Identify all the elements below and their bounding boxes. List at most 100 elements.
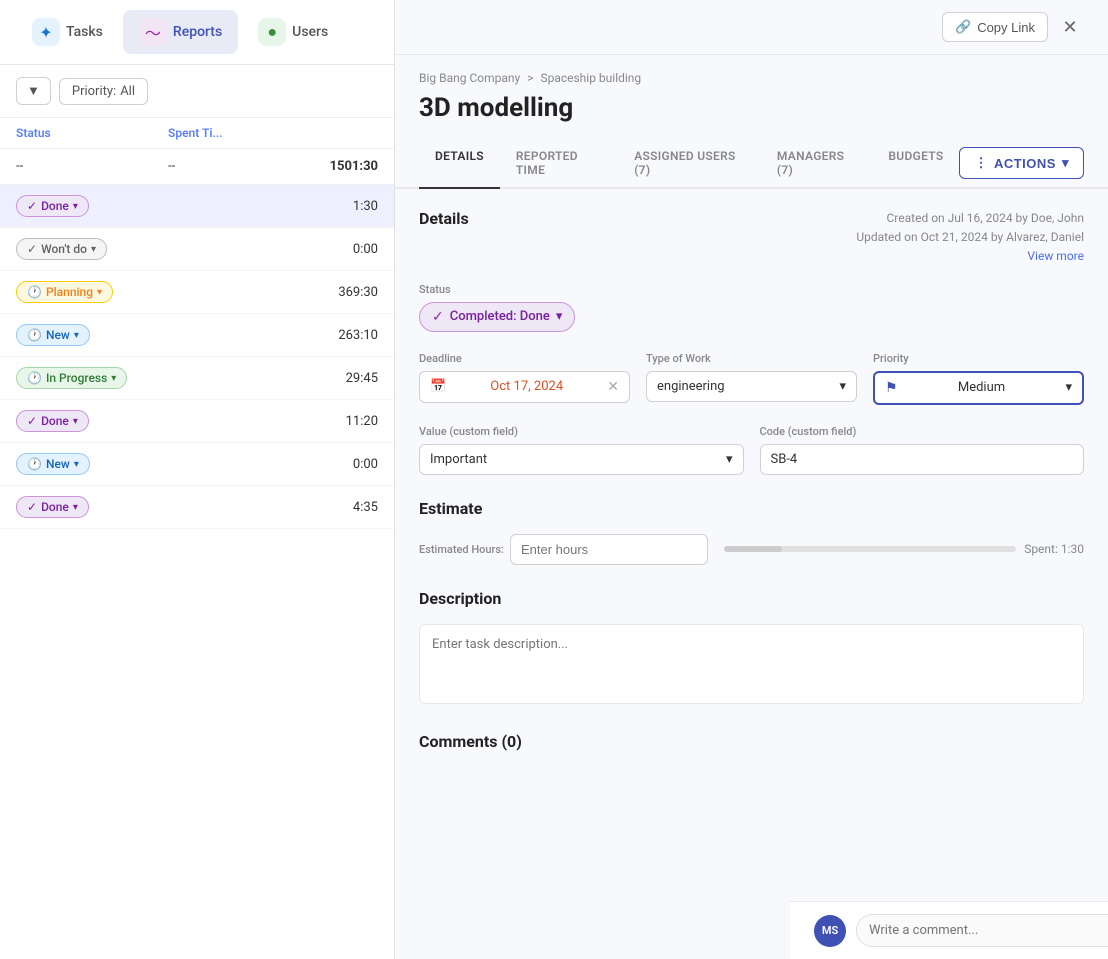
done-check-icon: ✓ [27,199,37,213]
task-status-cell: 🕐 Planning ▾ [16,281,168,303]
status-badge-new2[interactable]: 🕐 New ▾ [16,453,90,475]
badge-arrow: ▾ [91,244,96,255]
nav-tab-tasks-label: Tasks [66,24,103,40]
type-of-work-label: Type of Work [646,352,857,365]
task-status-cell: 🕐 New ▾ [16,453,168,475]
wont-check-icon: ✓ [27,242,37,256]
badge-arrow: ▾ [73,502,78,513]
content-area: Details Created on Jul 16, 2024 by Doe, … [395,189,1108,948]
task-status-cell: ✓ Done ▾ [16,195,168,217]
estimated-hours-input[interactable] [510,534,708,565]
task-row[interactable]: ✓ Won't do ▾ 0:00 [0,228,394,271]
filter-dropdown[interactable]: ▼ [16,77,51,105]
breadcrumb-separator: > [527,71,533,85]
tab-assigned-users[interactable]: ASSIGNED USERS (7) [618,139,761,189]
value-value: Important [430,452,487,467]
details-section-title: Details [419,209,469,228]
badge-arrow: ▾ [73,201,78,212]
task-row[interactable]: ✓ Done ▾ 4:35 [0,486,394,529]
estimated-hours-label: Estimated Hours: [419,543,504,556]
task-status-cell: 🕐 New ▾ [16,324,168,346]
type-of-work-value: engineering [657,379,725,394]
status-badge-done2[interactable]: ✓ Done ▾ [16,410,89,432]
nav-tab-users[interactable]: ● Users [242,10,344,54]
status-done-badge[interactable]: ✓ Completed: Done ▾ [419,302,575,332]
spent-time: 0:00 [278,457,378,472]
task-row[interactable]: ✓ Done ▾ 1:30 [0,185,394,228]
deadline-label: Deadline [419,352,630,365]
spent-label: Spent: 1:30 [1024,542,1084,556]
task-status-cell: ✓ Won't do ▾ [16,238,168,260]
tab-reported-time[interactable]: REPORTED TIME [500,139,618,189]
done-label: Done [41,199,69,213]
deadline-clear-button[interactable]: ✕ [607,379,619,395]
comment-input[interactable] [856,914,1108,947]
status-badge-new[interactable]: 🕐 New ▾ [16,324,90,346]
reports-icon: 〜 [139,18,167,46]
status-badge-planning[interactable]: 🕐 Planning ▾ [16,281,113,303]
priority-flag-icon: ⚑ [885,380,898,396]
close-button[interactable]: ✕ [1056,13,1084,41]
task-row[interactable]: 🕐 In Progress ▾ 29:45 [0,357,394,400]
copy-link-button[interactable]: 🔗 Copy Link [942,12,1048,42]
spent-time: 4:35 [278,500,378,515]
badge-arrow: ▾ [74,330,79,341]
totals-row: -- -- 1501:30 [0,149,394,185]
task-row[interactable]: ✓ Done ▾ 11:20 [0,400,394,443]
badge-arrow: ▾ [97,287,102,298]
description-title: Description [419,589,1084,608]
comment-input-row: MS ➤ [790,901,1108,959]
estimate-section: Estimate Estimated Hours: Spent: 1:30 [419,499,1084,565]
actions-chevron-icon: ▾ [1062,155,1069,171]
status-section: Status ✓ Completed: Done ▾ [419,283,1084,332]
tab-details[interactable]: DETAILS [419,139,500,189]
task-status-cell: ✓ Done ▾ [16,496,168,518]
done3-check-icon: ✓ [27,500,37,514]
col-status-header: Status [16,126,168,140]
nav-tab-users-label: Users [292,24,328,40]
tab-managers[interactable]: MANAGERS (7) [761,139,873,189]
actions-button[interactable]: ⋮ AcTiONS ▾ [959,147,1084,179]
planning-label: Planning [46,285,93,299]
nav-tab-reports[interactable]: 〜 Reports [123,10,238,54]
tab-details-label: DETAILS [435,149,484,163]
spent-time: 263:10 [278,328,378,343]
task-row[interactable]: 🕐 Planning ▾ 369:30 [0,271,394,314]
status-dropdown-arrow: ▾ [556,309,563,324]
status-badge-done[interactable]: ✓ Done ▾ [16,195,89,217]
fields-grid: Deadline 📅 Oct 17, 2024 ✕ Type of Work e… [419,352,1084,405]
breadcrumb-company: Big Bang Company [419,71,520,85]
spent-time: 29:45 [278,371,378,386]
task-row[interactable]: 🕐 New ▾ 0:00 [0,443,394,486]
tab-assigned-label: ASSIGNED USERS (7) [634,149,735,177]
status-badge-inprogress[interactable]: 🕐 In Progress ▾ [16,367,127,389]
view-more-link[interactable]: View more [856,247,1084,266]
totals-col2: -- [168,159,278,174]
deadline-input[interactable]: 📅 Oct 17, 2024 ✕ [419,371,630,403]
new-label: New [46,328,70,342]
tab-budgets[interactable]: BUDGETS [872,139,959,189]
priority-arrow: ▾ [1065,380,1072,395]
filter-bar: ▼ Priority: All [0,65,394,118]
badge-arrow: ▾ [73,416,78,427]
value-select[interactable]: Important ▾ [419,444,744,475]
spent-time: 11:20 [278,414,378,429]
status-badge-done3[interactable]: ✓ Done ▾ [16,496,89,518]
right-panel: 🔗 Copy Link ✕ Big Bang Company > Spacesh… [395,0,1108,959]
actions-dots-icon: ⋮ [974,155,988,171]
priority-filter[interactable]: Priority: All [59,78,148,105]
top-nav: ✦ Tasks 〜 Reports ● Users [0,0,394,65]
details-header: Details Created on Jul 16, 2024 by Doe, … [419,209,1084,267]
panel-header: 🔗 Copy Link ✕ [395,0,1108,55]
users-icon: ● [258,18,286,46]
priority-dropdown[interactable]: ⚑ Medium ▾ [873,371,1084,405]
task-row[interactable]: 🕐 New ▾ 263:10 [0,314,394,357]
code-input[interactable]: SB-4 [760,444,1085,475]
filter-dropdown-arrow: ▼ [27,83,40,99]
description-input[interactable] [419,624,1084,704]
nav-tab-tasks[interactable]: ✦ Tasks [16,10,119,54]
status-label: Status [419,283,1084,296]
status-badge-wont[interactable]: ✓ Won't do ▾ [16,238,107,260]
type-of-work-arrow: ▾ [839,379,846,394]
type-of-work-select[interactable]: engineering ▾ [646,371,857,402]
